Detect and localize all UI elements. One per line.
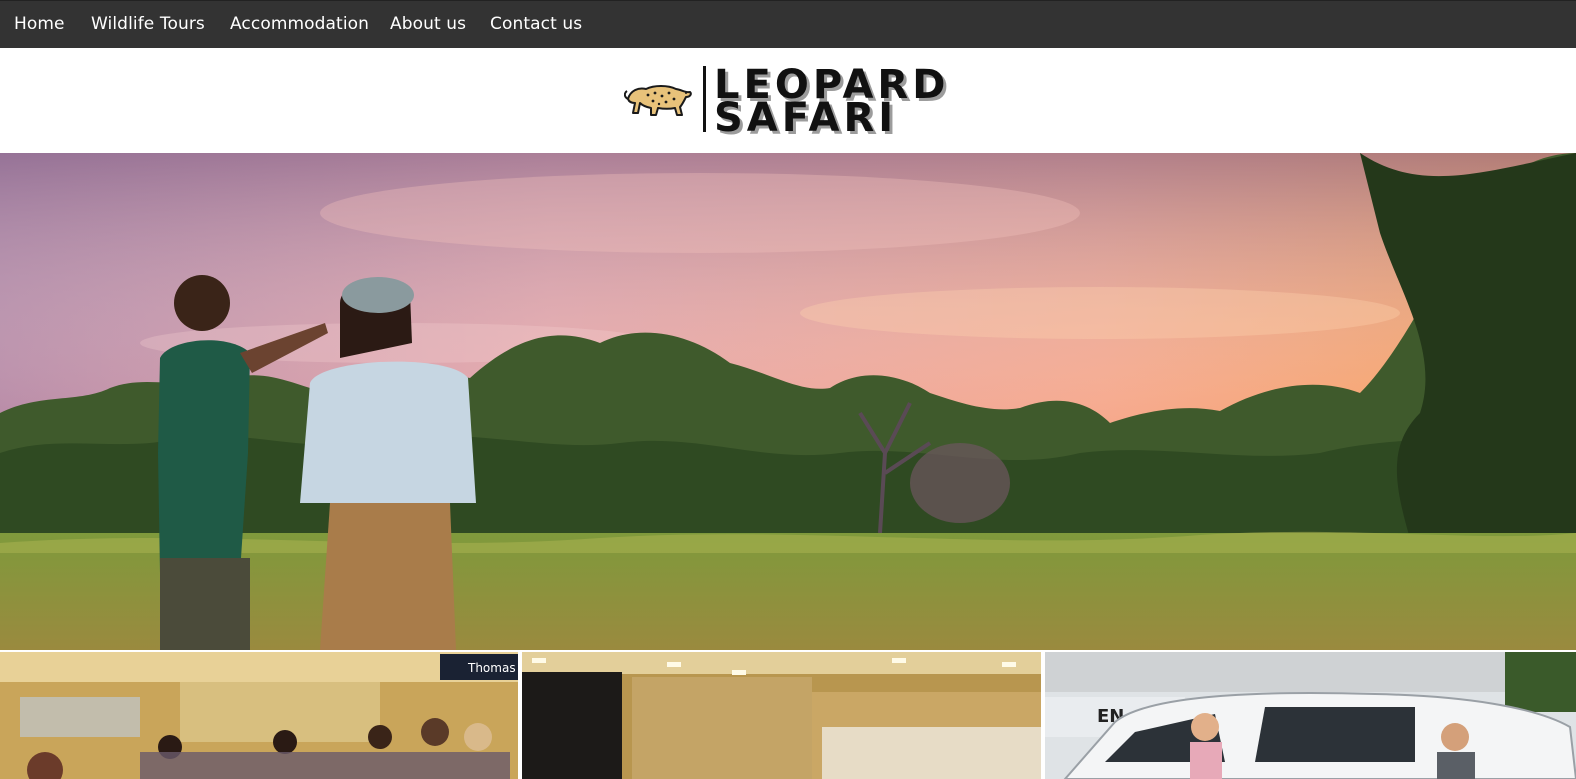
logo-header: LEOPARD SAFARI	[0, 48, 1576, 153]
top-navigation: Home Wildlife Tours Accommodation About …	[0, 0, 1576, 48]
nav-contact-us[interactable]: Contact us	[490, 1, 582, 49]
nav-about-us[interactable]: About us	[390, 1, 466, 49]
hero-scene	[0, 153, 1576, 650]
nav-accommodation[interactable]: Accommodation	[230, 1, 369, 49]
nav-wildlife-tours[interactable]: Wildlife Tours	[91, 1, 205, 49]
logo-text-line2: SAFARI	[714, 95, 898, 141]
gallery-image-airport-terminal[interactable]	[522, 652, 1041, 779]
hero-banner-image	[0, 153, 1576, 650]
photo-gallery: Thomas Cook	[0, 650, 1576, 779]
logo-divider	[703, 66, 706, 132]
gallery-image-airport-group[interactable]: Thomas Cook	[0, 652, 518, 779]
thomas-cook-sign: Thomas Cook	[467, 661, 518, 675]
nav-home[interactable]: Home	[14, 1, 65, 49]
gallery-image-safari-van[interactable]: EN	[1045, 652, 1576, 779]
leopard-icon	[624, 85, 692, 116]
